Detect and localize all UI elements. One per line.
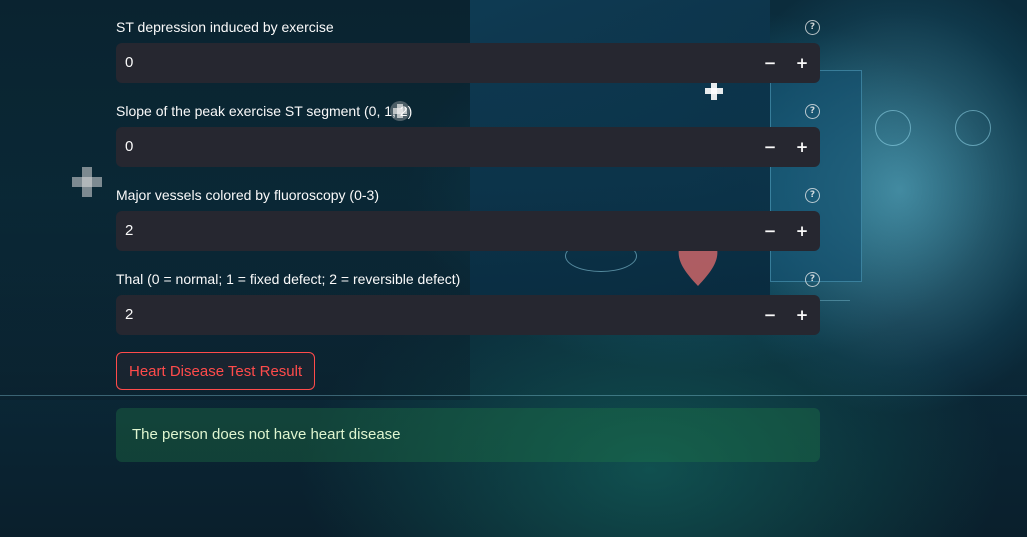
decrement-button[interactable]: − bbox=[756, 47, 784, 79]
increment-button[interactable]: + bbox=[788, 47, 816, 79]
medical-cross-icon bbox=[72, 167, 102, 197]
number-input-value[interactable]: 2 bbox=[125, 295, 133, 335]
result-success-alert: The person does not have heart disease bbox=[116, 408, 820, 462]
increment-button[interactable]: + bbox=[788, 299, 816, 331]
heart-disease-test-result-button[interactable]: Heart Disease Test Result bbox=[116, 352, 316, 390]
app-root: ? ? ? ? ST depression induced by exercis… bbox=[0, 0, 1027, 537]
decrement-button[interactable]: − bbox=[756, 299, 784, 331]
number-input-value[interactable]: 2 bbox=[125, 211, 133, 251]
decrement-button[interactable]: − bbox=[756, 215, 784, 247]
number-input-value[interactable]: 0 bbox=[125, 43, 133, 83]
field-st-slope: Slope of the peak exercise ST segment (0… bbox=[116, 100, 820, 167]
st-depression-input[interactable]: 0 − + bbox=[116, 43, 820, 83]
medical-cross-icon bbox=[705, 82, 723, 100]
increment-button[interactable]: + bbox=[788, 215, 816, 247]
number-input-value[interactable]: 0 bbox=[125, 127, 133, 167]
decrement-button[interactable]: − bbox=[756, 131, 784, 163]
background-hud-line bbox=[0, 395, 1027, 396]
field-label: Major vessels colored by fluoroscopy (0-… bbox=[116, 187, 379, 203]
major-vessels-input[interactable]: 2 − + bbox=[116, 211, 820, 251]
increment-button[interactable]: + bbox=[788, 131, 816, 163]
st-slope-input[interactable]: 0 − + bbox=[116, 127, 820, 167]
field-label: Thal (0 = normal; 1 = fixed defect; 2 = … bbox=[116, 271, 461, 287]
background-gauge-circle bbox=[875, 110, 911, 146]
field-major-vessels: Major vessels colored by fluoroscopy (0-… bbox=[116, 184, 820, 251]
field-label: Slope of the peak exercise ST segment (0… bbox=[116, 103, 413, 119]
thal-input[interactable]: 2 − + bbox=[116, 295, 820, 335]
field-label: ST depression induced by exercise bbox=[116, 19, 334, 35]
field-thal: Thal (0 = normal; 1 = fixed defect; 2 = … bbox=[116, 268, 820, 335]
field-st-depression: ST depression induced by exercise 0 − + bbox=[116, 16, 820, 83]
background-gauge-circle bbox=[955, 110, 991, 146]
